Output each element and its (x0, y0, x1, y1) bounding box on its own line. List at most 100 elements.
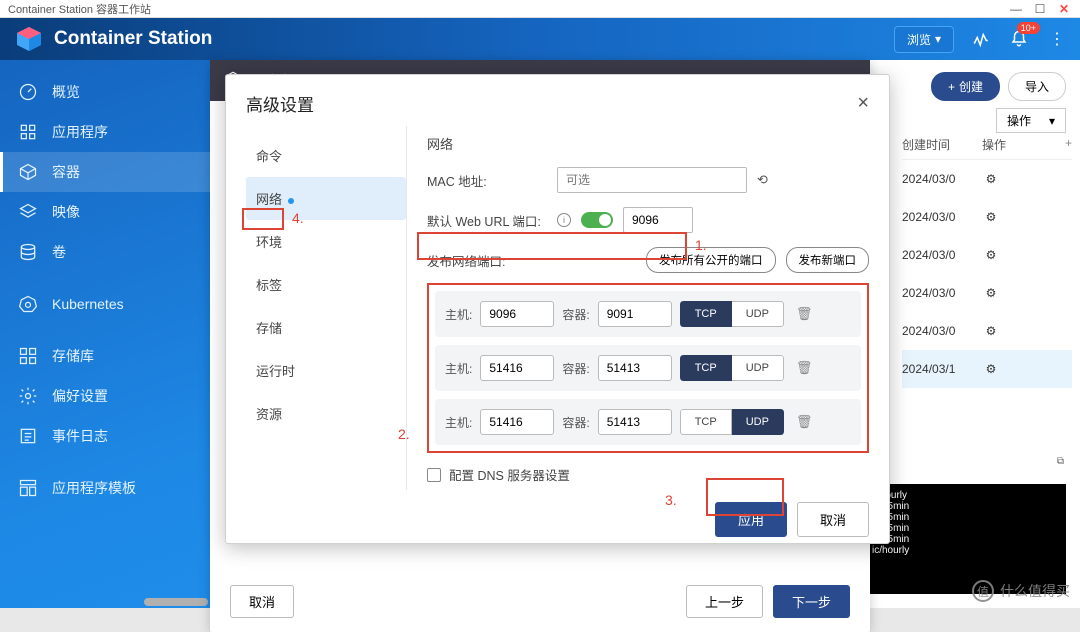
window-maximize-icon[interactable]: ☐ (1032, 2, 1048, 16)
external-link-icon[interactable]: ⧉ (1057, 456, 1064, 467)
sidebar-item-volumes[interactable]: 卷 (0, 232, 210, 272)
trash-icon[interactable]: 🗑 (792, 360, 817, 376)
terminal-panel: ⧉ c/hourly ic/15min ic/15min ic/15min ic… (866, 484, 1066, 594)
sidebar-item-applications[interactable]: 应用程序 (0, 112, 210, 152)
chevron-down-icon: ▾ (935, 32, 941, 46)
cancel-button[interactable]: 取消 (797, 502, 869, 537)
web-port-input[interactable] (623, 207, 693, 233)
sidebar-item-images[interactable]: 映像 (0, 192, 210, 232)
tcp-segment[interactable]: TCP (680, 409, 732, 435)
add-column-icon[interactable]: + (1065, 136, 1072, 153)
log-icon (18, 426, 38, 446)
more-menu-icon[interactable]: ⋮ (1046, 28, 1068, 50)
host-port-input[interactable] (480, 301, 554, 327)
sidebar-item-repository[interactable]: 存储库 (0, 336, 210, 376)
tab-resources[interactable]: 资源 (246, 392, 406, 435)
gauge-icon (18, 82, 38, 102)
gear-icon[interactable]: ⚙ (982, 322, 1000, 340)
container-port-input[interactable] (598, 355, 672, 381)
web-port-toggle[interactable] (581, 212, 613, 228)
tcp-segment[interactable]: TCP (680, 301, 732, 327)
close-icon[interactable]: × (857, 92, 869, 115)
table-row[interactable]: 2024/03/0⚙ (902, 274, 1072, 312)
publish-all-ports-button[interactable]: 发布所有公开的端口 (646, 247, 776, 273)
tab-runtime[interactable]: 运行时 (246, 349, 406, 392)
apply-button[interactable]: 应用 (715, 502, 787, 537)
trash-icon[interactable]: 🗑 (792, 414, 817, 430)
activity-icon[interactable] (970, 28, 992, 50)
publish-ports-label: 发布网络端口: (427, 251, 505, 270)
horizontal-scrollbar-thumb[interactable] (144, 598, 208, 606)
port-row: 主机: 容器: TCP UDP 🗑 (435, 399, 861, 445)
container-port-input[interactable] (598, 301, 672, 327)
import-button[interactable]: 导入 (1008, 72, 1066, 101)
section-title: 网络 (427, 134, 869, 153)
gear-icon[interactable]: ⚙ (982, 246, 1000, 264)
advanced-settings-modal: 高级设置 × 命令 网络 环境 标签 存储 运行时 资源 网络 MAC 地 (225, 74, 890, 544)
table-row[interactable]: 2024/03/0⚙ (902, 236, 1072, 274)
udp-segment[interactable]: UDP (732, 409, 784, 435)
tab-labels[interactable]: 标签 (246, 263, 406, 306)
gear-icon[interactable]: ⚙ (982, 360, 1000, 378)
column-action[interactable]: 操作 (982, 136, 1022, 153)
host-port-input[interactable] (480, 355, 554, 381)
table-row[interactable]: 2024/03/0⚙ (902, 312, 1072, 350)
notification-bell-icon[interactable]: 10+ (1008, 28, 1030, 50)
sidebar-item-templates[interactable]: 应用程序模板 (0, 468, 210, 508)
port-mappings: 主机: 容器: TCP UDP 🗑 主机: (427, 283, 869, 453)
mac-label: MAC 地址: (427, 171, 547, 190)
container-port-input[interactable] (598, 409, 672, 435)
create-button[interactable]: +创建 (931, 72, 1000, 101)
tcp-segment[interactable]: TCP (680, 355, 732, 381)
gear-icon[interactable]: ⚙ (982, 208, 1000, 226)
sidebar-item-eventlog[interactable]: 事件日志 (0, 416, 210, 456)
tab-storage[interactable]: 存储 (246, 306, 406, 349)
sidebar-item-kubernetes[interactable]: Kubernetes (0, 284, 210, 324)
tab-command[interactable]: 命令 (246, 134, 406, 177)
window-close-icon[interactable]: ✕ (1056, 2, 1072, 16)
watermark-icon: 值 (972, 580, 994, 602)
advanced-tabs: 命令 网络 环境 标签 存储 运行时 资源 (246, 126, 406, 490)
host-port-input[interactable] (480, 409, 554, 435)
dns-checkbox[interactable] (427, 468, 441, 482)
tab-network[interactable]: 网络 (246, 177, 406, 220)
app-title: Container Station (54, 28, 894, 50)
chevron-down-icon: ▾ (1049, 114, 1055, 128)
column-created[interactable]: 创建时间 (902, 136, 982, 153)
gear-icon (18, 386, 38, 406)
port-row: 主机: 容器: TCP UDP 🗑 (435, 345, 861, 391)
table-row[interactable]: 2024/03/1⚙ (902, 350, 1072, 388)
gear-icon[interactable]: ⚙ (982, 284, 1000, 302)
advanced-modal-title: 高级设置 (246, 91, 314, 116)
browse-button[interactable]: 浏览 ▾ (894, 26, 954, 53)
grid-icon (18, 122, 38, 142)
new-port-button[interactable]: 发布新端口 (786, 247, 870, 273)
info-icon[interactable]: i (557, 213, 571, 227)
sidebar: 概览 应用程序 容器 映像 卷 Kubernetes 存储库 偏好设置 事件日志… (0, 60, 210, 608)
window-title: Container Station 容器工作站 (8, 1, 151, 17)
refresh-icon[interactable]: ⟲ (757, 172, 768, 188)
udp-segment[interactable]: UDP (732, 355, 784, 381)
layers-icon (18, 202, 38, 222)
sidebar-item-preferences[interactable]: 偏好设置 (0, 376, 210, 416)
prev-step-button[interactable]: 上一步 (686, 585, 763, 618)
sidebar-item-overview[interactable]: 概览 (0, 72, 210, 112)
watermark: 值 什么值得买 (972, 580, 1070, 602)
mac-address-input[interactable] (557, 167, 747, 193)
dns-label: 配置 DNS 服务器设置 (449, 465, 570, 484)
window-minimize-icon[interactable]: — (1008, 2, 1024, 16)
sidebar-item-containers[interactable]: 容器 (0, 152, 210, 192)
gear-icon[interactable]: ⚙ (982, 170, 1000, 188)
plus-icon: + (948, 80, 955, 94)
udp-segment[interactable]: UDP (732, 301, 784, 327)
table-row[interactable]: 2024/03/0⚙ (902, 198, 1072, 236)
trash-icon[interactable]: 🗑 (792, 306, 817, 322)
table-row[interactable]: 2024/03/0⚙ (902, 160, 1072, 198)
cancel-button[interactable]: 取消 (230, 585, 294, 618)
notification-badge: 10+ (1017, 22, 1040, 34)
app-logo-icon (12, 22, 46, 56)
next-step-button[interactable]: 下一步 (773, 585, 850, 618)
web-port-label: 默认 Web URL 端口: (427, 211, 547, 230)
tab-environment[interactable]: 环境 (246, 220, 406, 263)
wheel-icon (18, 294, 38, 314)
